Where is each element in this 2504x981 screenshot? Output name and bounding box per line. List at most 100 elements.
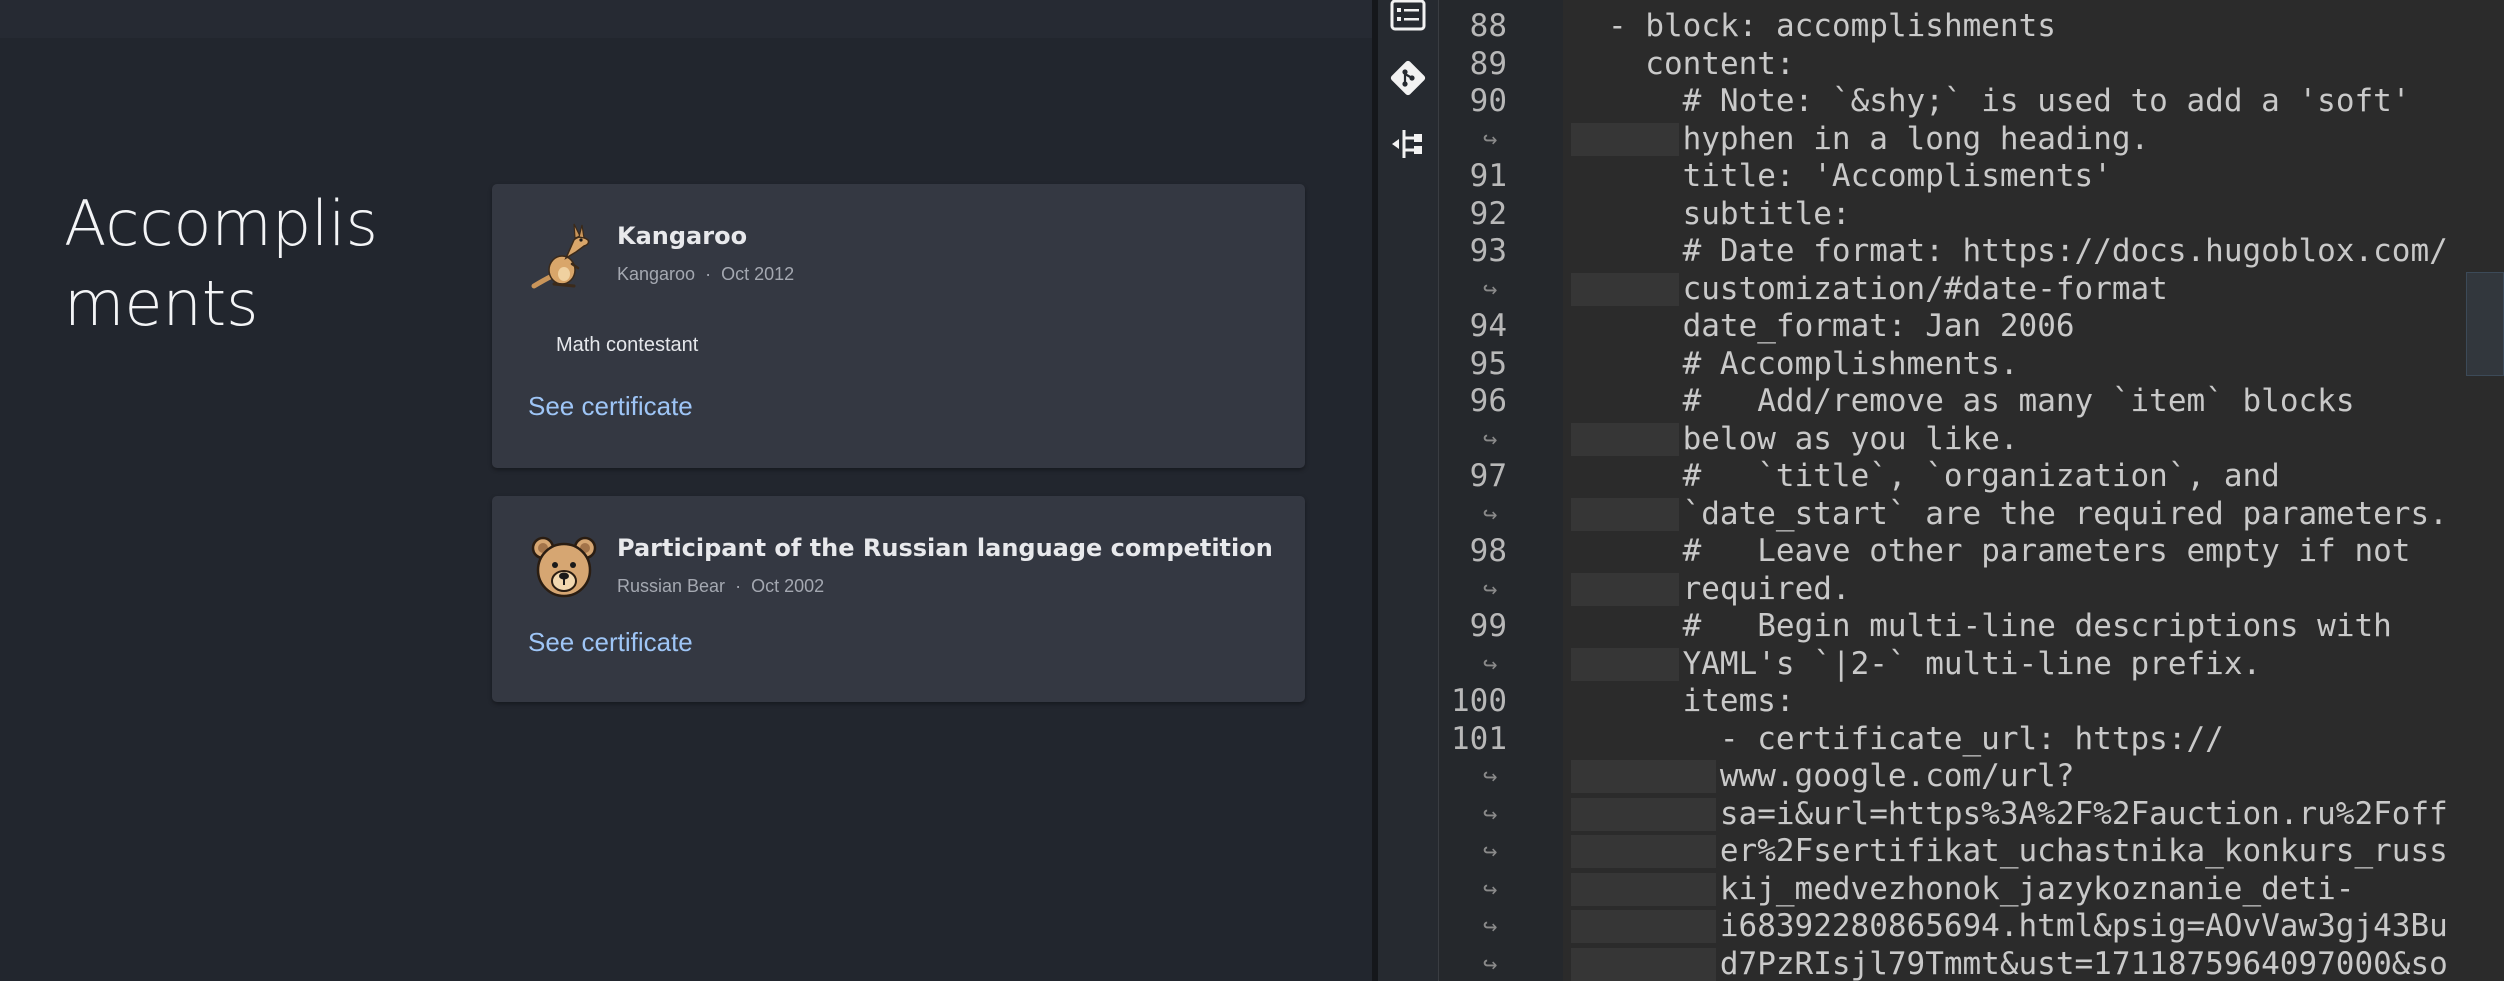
scrollbar-thumb[interactable] [2466,272,2504,376]
wrap-arrow-icon: ↪ [1483,912,1498,940]
website-preview: Accomplis ments Kangaroo Kangaroo · Oct 20… [0,0,1372,981]
code-wrap-line: ↪ d7PzRIsjl79Tmmt&ust=1711875964097000&so [1439,946,2504,981]
bear-icon [531,536,597,598]
code-text: # Begin multi-line descriptions with [1682,608,2392,644]
code-text: date_format: Jan 2006 [1682,308,2075,344]
line-number: 91 [1469,158,1507,194]
code-line: 89 content: [1439,46,2504,84]
line-number: 98 [1469,533,1507,569]
code-editor[interactable]: 88 - block: accomplishments 89 content: 90 # … [1438,0,2504,981]
section-title: Accomplis ments [64,184,424,344]
section-title-line-2: ments [64,267,259,340]
wrap-indent-guide [1571,797,1716,831]
card-date: Oct 2012 [721,264,795,284]
code-text: subtitle: [1682,195,1851,232]
code-line: 94 date_format: Jan 2006 [1439,308,2504,346]
wrap-arrow-icon: ↪ [1483,949,1498,978]
line-number: 95 [1469,345,1507,382]
line-number: 92 [1469,195,1507,232]
code-text: - block: accomplishments [1608,8,2056,44]
wrap-indent-guide [1571,760,1716,793]
code-line: 100 items: [1439,683,2504,721]
code-wrap-line: ↪ YAML's `|2-` multi-line prefix. [1439,646,2504,684]
code-line: 99 # Begin multi-line descriptions with [1439,608,2504,646]
wrap-indent-guide [1571,272,1679,306]
wrap-arrow-icon: ↪ [1483,649,1498,678]
code-text: YAML's `|2-` multi-line prefix. [1682,645,2262,682]
code-text: # `title`, `organization`, and [1682,458,2280,494]
source-control-tree-icon[interactable] [1390,126,1426,162]
code-text: www.google.com/url? [1719,758,2075,794]
line-number: 90 [1469,83,1507,119]
code-wrap-line: ↪ kij_medvezhonok_jazykoznanie_deti- [1439,871,2504,909]
wrap-arrow-icon: ↪ [1483,499,1498,528]
line-number: 88 [1469,8,1507,44]
section-title-line-1: Accomplis [64,187,378,260]
line-number: 89 [1469,45,1507,82]
code-wrap-line: ↪ i68392280865694.html&psig=AOvVaw3gj43Bu [1439,908,2504,946]
line-number: 101 [1451,720,1507,757]
line-number: 99 [1469,608,1507,644]
code-text: d7PzRIsjl79Tmmt&ust=1711875964097000&so [1719,945,2448,981]
outline-icon[interactable] [1390,0,1426,36]
meta-separator: · [735,576,742,596]
wrap-arrow-icon: ↪ [1483,274,1498,303]
see-certificate-link[interactable]: See certificate [528,391,693,422]
code-text: items: [1682,683,1795,719]
code-line: 95 # Accomplishments. [1439,346,2504,384]
wrap-indent-guide [1571,422,1679,456]
card-title: Kangaroo [617,222,748,250]
accomplishment-card: Participant of the Russian language comp… [492,496,1305,702]
card-date: Oct 2002 [751,576,825,596]
wrap-arrow-icon: ↪ [1483,762,1498,790]
code-text: content: [1645,45,1795,82]
card-title: Participant of the Russian language comp… [617,534,1273,562]
wrap-indent-guide [1571,872,1716,906]
code-line: 92 subtitle: [1439,196,2504,234]
code-text: below as you like. [1682,420,2019,457]
wrap-arrow-icon: ↪ [1483,799,1498,828]
code-text: hyphen in a long heading. [1682,120,2150,157]
meta-separator: · [705,264,712,284]
code-line: 97 # `title`, `organization`, and [1439,458,2504,496]
accomplishment-card: Kangaroo Kangaroo · Oct 2012 Math contesta… [492,184,1305,468]
line-number: 96 [1469,383,1507,419]
code-text: `date_start` are the required parameters… [1682,495,2448,532]
wrap-indent-guide [1571,572,1679,606]
code-wrap-line: ↪ customization/#date-format [1439,271,2504,309]
preview-top-bar [0,0,1372,38]
code-line: 90 # Note: `&shy;` is used to add a 'soft… [1439,83,2504,121]
wrap-arrow-icon: ↪ [1483,837,1498,865]
code-text: # Accomplishments. [1682,345,2019,382]
code-wrap-line: ↪ below as you like. [1439,421,2504,459]
code-line: 101 - certificate_url: https:// [1439,721,2504,759]
code-text: i68392280865694.html&psig=AOvVaw3gj43Bu [1719,908,2448,944]
code-line: 88 - block: accomplishments [1439,8,2504,46]
code-wrap-line: ↪ www.google.com/url? [1439,758,2504,796]
line-number: 94 [1469,308,1507,344]
wrap-indent-guide [1571,122,1679,156]
code-text: # Leave other parameters empty if not [1682,533,2411,569]
git-icon[interactable] [1388,58,1428,98]
card-description: Math contestant [556,334,699,356]
card-organization: Kangaroo [617,264,696,284]
wrap-arrow-icon: ↪ [1483,574,1498,603]
code-line: 93 # Date format: https://docs.hugoblox.c… [1439,233,2504,271]
code-line: 96 # Add/remove as many `item` blocks [1439,383,2504,421]
code-text: # Note: `&shy;` is used to add a 'soft' [1682,83,2411,119]
code-line: 91 title: 'Accomplisments' [1439,158,2504,196]
code-text: title: 'Accomplisments' [1682,158,2112,194]
code-wrap-line: ↪ sa=i&url=https%3A%2F%2Fauction.ru%2Foff [1439,796,2504,834]
code-wrap-line: ↪ required. [1439,571,2504,609]
card-meta: Russian Bear · Oct 2002 [617,576,824,597]
code-text: er%2Fsertifikat_uchastnika_konkurs_russ [1719,833,2448,869]
activity-bar [1378,0,1438,981]
wrap-arrow-icon: ↪ [1483,424,1498,453]
code-text: customization/#date-format [1682,270,2168,307]
wrap-arrow-icon: ↪ [1483,124,1498,153]
wrap-indent-guide [1571,835,1716,868]
code-wrap-line: ↪ `date_start` are the required parameter… [1439,496,2504,534]
see-certificate-link[interactable]: See certificate [528,627,693,658]
card-organization: Russian Bear [617,576,726,596]
code-wrap-line: ↪ er%2Fsertifikat_uchastnika_konkurs_russ [1439,833,2504,871]
